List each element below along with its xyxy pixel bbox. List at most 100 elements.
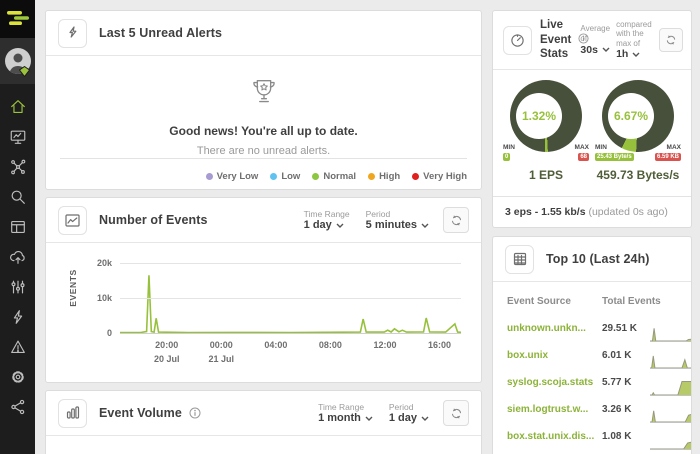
table-row[interactable]: box.unix6.01 K	[493, 342, 691, 369]
legend-label: Normal	[323, 171, 356, 182]
sparkline	[650, 323, 691, 342]
total-events-value: 29.51 K	[602, 323, 650, 334]
bytes-gauge: 6.67% MIN MAX 25.43 Byte/s 6.59 KB 459.7…	[595, 80, 681, 182]
period-label: Period	[389, 402, 429, 412]
sidebar-item-home[interactable]	[0, 92, 35, 122]
panel-title: Live Event Stats	[540, 18, 574, 61]
sidebar-item-dashboard[interactable]	[0, 212, 35, 242]
time-range-label: Time Range	[318, 402, 373, 412]
sliders-icon	[9, 278, 27, 296]
legend-label: High	[379, 171, 400, 182]
x-tick-label: 00:0021 Jul	[209, 339, 235, 366]
event-source-link[interactable]: syslog.scoja.stats	[507, 377, 602, 388]
search-icon	[9, 188, 27, 206]
event-source-link[interactable]: siem.logtrust.w...	[507, 404, 602, 415]
info-icon[interactable]	[578, 33, 589, 48]
sidebar-item-search[interactable]	[0, 182, 35, 212]
refresh-icon	[450, 214, 463, 227]
gridline	[120, 298, 461, 299]
legend-dot	[368, 173, 375, 180]
dashboard-layout-icon	[9, 218, 27, 236]
x-tick-label: 16:00	[428, 339, 451, 353]
home-icon	[9, 98, 27, 116]
legend-dot	[270, 173, 277, 180]
column-event-source: Event Source	[507, 296, 602, 307]
logpoint-logo-icon	[5, 9, 31, 29]
bytes-min-badge: 25.43 Byte/s	[595, 153, 634, 161]
refresh-button[interactable]	[443, 400, 469, 426]
legend-dot	[312, 173, 319, 180]
x-tick-label: 04:00	[264, 339, 287, 353]
x-axis-ticks: 20:0020 Jul00:0021 Jul04:0008:0012:0016:…	[120, 339, 461, 369]
refresh-button[interactable]	[443, 207, 469, 233]
period-dropdown[interactable]: 5 minutes	[366, 219, 429, 231]
lightning-icon	[9, 308, 27, 326]
gridline	[120, 263, 461, 264]
event-source-link[interactable]: unknown.unkn...	[507, 323, 602, 334]
table-row[interactable]: syslog.scoja.stats5.77 K	[493, 369, 691, 396]
panel-event-volume: Event Volume Time Range 1 month Period 1…	[45, 390, 482, 454]
sidebar-item-cloud-upload[interactable]	[0, 242, 35, 272]
time-range-dropdown[interactable]: 1 month	[318, 412, 373, 424]
gridline	[120, 333, 461, 334]
live-stats-header: Live Event Stats Average of 30s compared…	[493, 11, 691, 70]
y-tick-label: 10k	[97, 293, 112, 303]
sidebar-item-integrations[interactable]	[0, 392, 35, 422]
period-dropdown[interactable]: 1 day	[389, 412, 429, 424]
sidebar-item-settings[interactable]	[0, 362, 35, 392]
sidebar-nav	[0, 92, 35, 422]
total-events-value: 1.08 K	[602, 431, 650, 442]
time-range-dropdown[interactable]: 1 day	[304, 219, 350, 231]
legend-label: Very Low	[217, 171, 259, 182]
gauge-icon	[510, 33, 525, 48]
app-logo[interactable]	[0, 0, 35, 38]
sidebar-item-alerts[interactable]	[0, 302, 35, 332]
info-icon[interactable]	[189, 407, 201, 419]
sidebar-item-log-monitor[interactable]	[0, 122, 35, 152]
events-panel-header: Number of Events Time Range 1 day Period…	[46, 198, 481, 243]
panel-live-event-stats: Live Event Stats Average of 30s compared…	[492, 10, 692, 228]
compared-max-value: 1h	[616, 48, 628, 60]
table-row[interactable]: siem.logtrust.w...3.26 K	[493, 396, 691, 423]
legend-label: Very High	[423, 171, 467, 182]
compared-max-dropdown[interactable]: 1h	[616, 48, 655, 60]
unread-alerts-header: Last 5 Unread Alerts	[46, 11, 481, 56]
legend-item: Very Low	[206, 171, 259, 182]
sidebar-item-topology[interactable]	[0, 152, 35, 182]
eps-percent: 1.32%	[522, 109, 556, 123]
trophy-icon	[245, 74, 283, 112]
time-range-label: Time Range	[304, 209, 350, 219]
eps-gauge: 1.32% MIN MAX 0 68 1 EPS	[503, 80, 589, 182]
alerts-empty-state: Good news! You're all up to date. There …	[46, 56, 481, 191]
legend-item: High	[368, 171, 400, 182]
top10-icon-box	[505, 245, 534, 274]
top10-column-headers: Event Source Total Events	[493, 282, 691, 315]
legend-item: Normal	[312, 171, 356, 182]
gear-icon	[9, 368, 27, 386]
min-label: MIN	[503, 144, 515, 151]
table-row[interactable]: unknown.unkn...29.51 K	[493, 315, 691, 342]
user-avatar[interactable]	[0, 38, 35, 84]
refresh-button[interactable]	[659, 28, 683, 52]
period-label: Period	[366, 209, 429, 219]
sidebar-item-filters[interactable]	[0, 272, 35, 302]
live-updated-text: (updated 0s ago)	[588, 206, 667, 218]
legend-dot	[206, 173, 213, 180]
total-events-value: 6.01 K	[602, 350, 650, 361]
max-label: MAX	[575, 144, 589, 151]
legend-item: Very High	[412, 171, 467, 182]
chart-plot-area	[120, 255, 461, 333]
y-tick-label: 20k	[97, 258, 112, 268]
eps-caption: 1 EPS	[503, 168, 589, 182]
panel-title: Event Volume	[99, 406, 182, 420]
divider	[60, 158, 467, 159]
sparkline	[650, 377, 691, 396]
table-row[interactable]: box.stat.unix.dis...1.08 K	[493, 423, 691, 450]
event-source-link[interactable]: box.stat.unix.dis...	[507, 431, 602, 442]
severity-legend: Very LowLowNormalHighVery High	[206, 171, 467, 182]
event-source-link[interactable]: box.unix	[507, 350, 602, 361]
sidebar-item-incidents[interactable]	[0, 332, 35, 362]
cloud-upload-icon	[9, 248, 27, 266]
period-value: 5 minutes	[366, 219, 417, 231]
table-row[interactable]: box.win_nxlog.i...0.48 K	[493, 450, 691, 454]
